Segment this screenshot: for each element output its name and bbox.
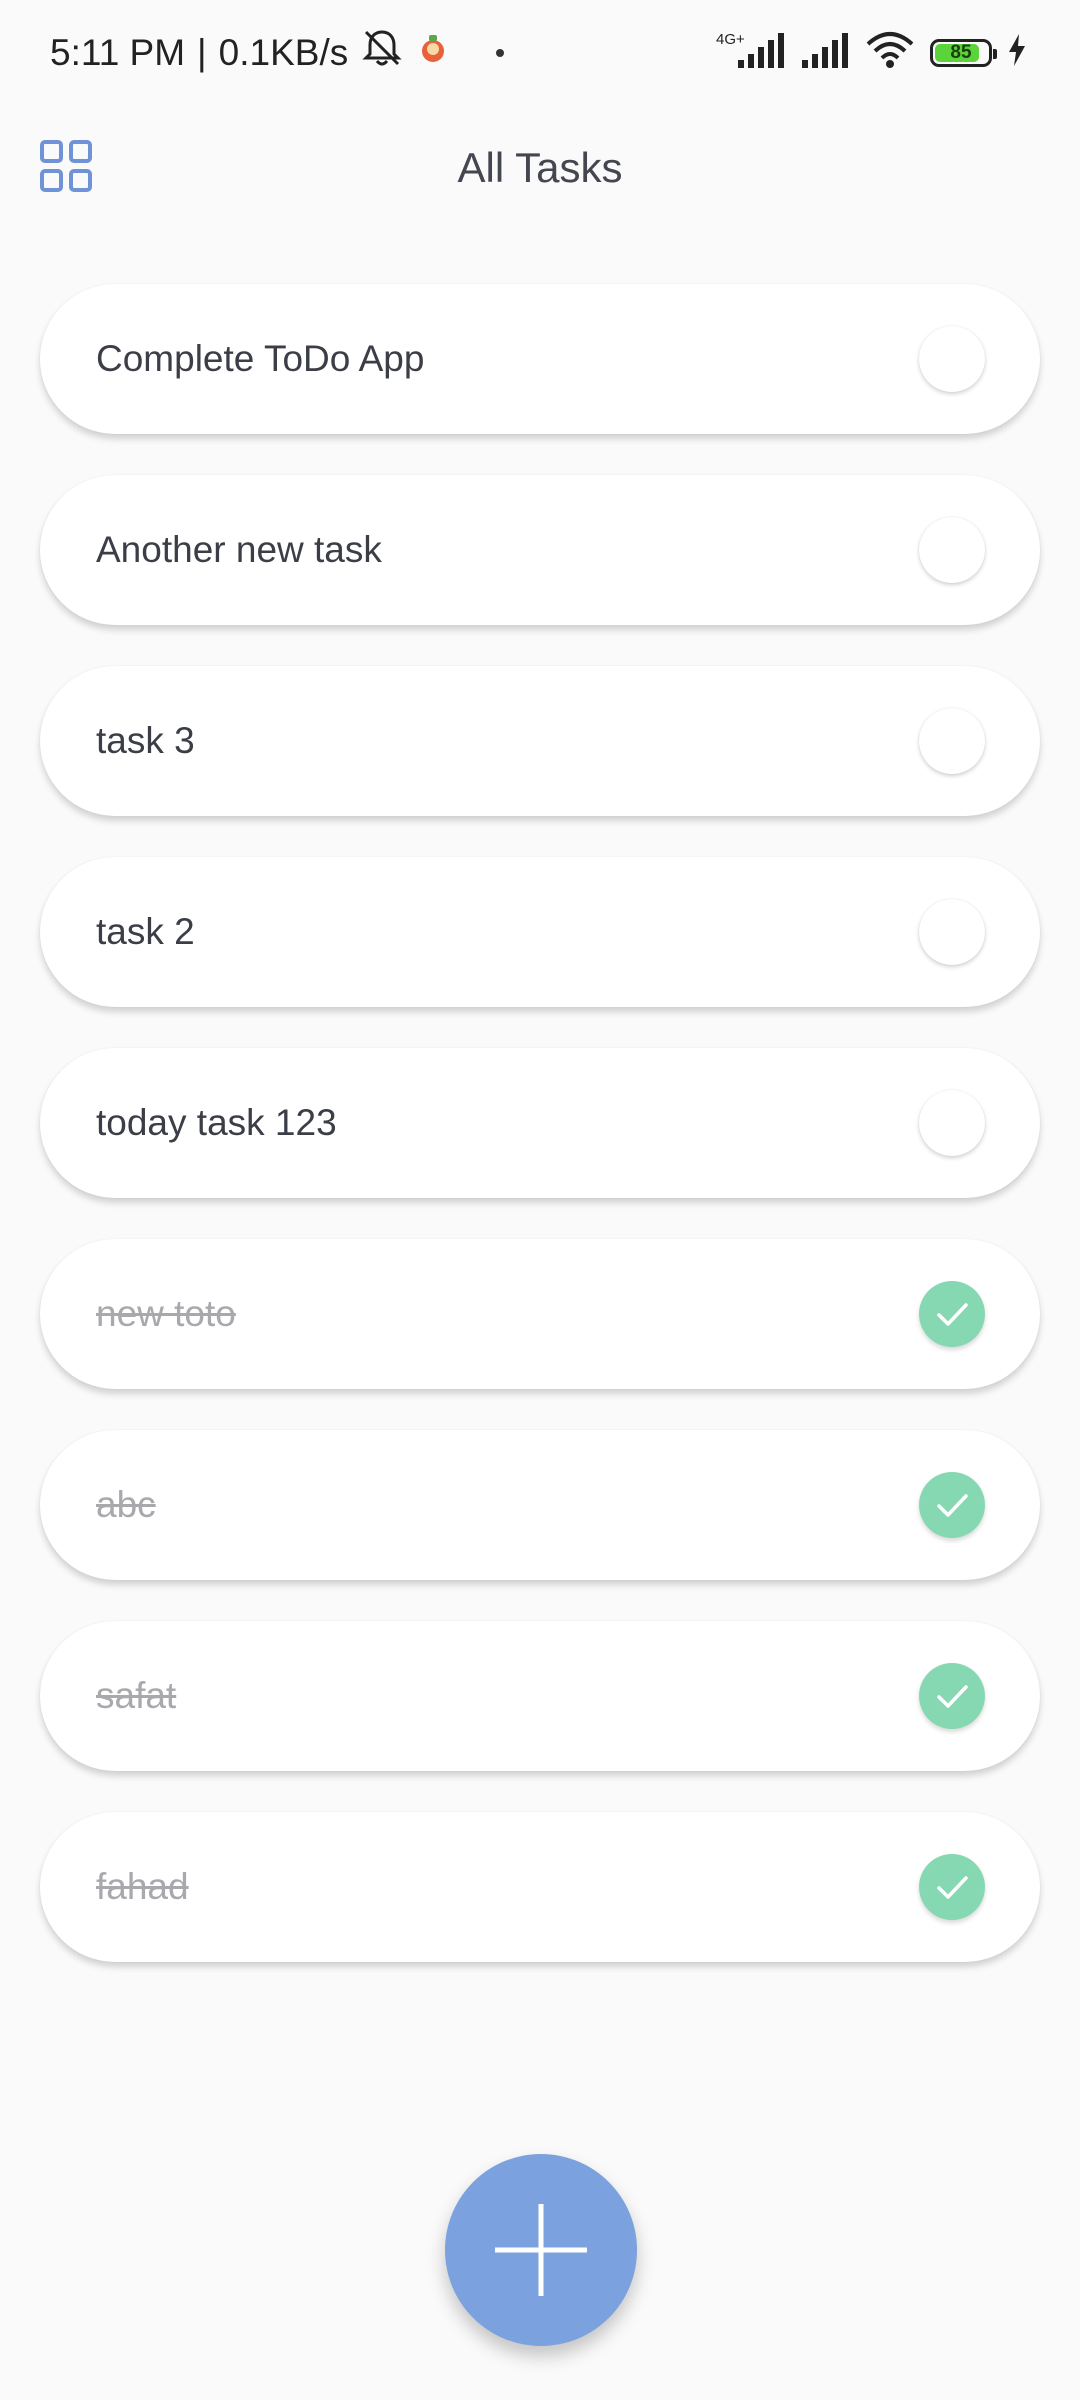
task-checkbox[interactable] xyxy=(919,326,985,392)
task-label: abc xyxy=(96,1484,156,1525)
check-icon xyxy=(937,1494,968,1517)
task-item[interactable]: task 3 xyxy=(40,666,1040,816)
task-label: fahad xyxy=(96,1866,189,1907)
status-separator: | xyxy=(197,31,207,73)
task-checkbox[interactable] xyxy=(919,517,985,583)
task-item[interactable]: safat xyxy=(40,1621,1040,1771)
task-label: new toto xyxy=(96,1293,236,1334)
task-label: safat xyxy=(96,1675,177,1716)
status-time: 5:11 PM xyxy=(50,31,186,73)
page-title: All Tasks xyxy=(457,144,623,191)
signal-icon xyxy=(800,30,850,75)
status-right: 4G+ 85 xyxy=(716,30,1028,75)
task-checkbox-checked[interactable] xyxy=(919,1472,985,1538)
mute-bell-icon xyxy=(360,28,404,77)
task-item[interactable]: today task 123 xyxy=(40,1048,1040,1198)
notification-dot xyxy=(496,48,505,57)
task-checkbox[interactable] xyxy=(919,1090,985,1156)
charging-bolt-icon xyxy=(1006,32,1028,73)
add-task-button[interactable] xyxy=(445,2154,637,2346)
task-item[interactable]: new toto xyxy=(40,1239,1040,1389)
task-label: task 3 xyxy=(96,720,195,761)
wifi-icon xyxy=(864,30,916,75)
check-icon xyxy=(937,1876,968,1899)
task-list: Complete ToDo App Another new task task 3 t… xyxy=(40,284,1040,2003)
check-icon xyxy=(937,1685,968,1708)
task-checkbox-checked[interactable] xyxy=(919,1281,985,1347)
battery-level: 85 xyxy=(950,41,972,63)
status-left: 5:11 PM | 0.1KB/s xyxy=(50,28,505,77)
task-checkbox-checked[interactable] xyxy=(919,1663,985,1729)
task-checkbox[interactable] xyxy=(919,899,985,965)
task-item[interactable]: fahad xyxy=(40,1812,1040,1962)
task-label: Complete ToDo App xyxy=(96,338,425,379)
task-label: task 2 xyxy=(96,911,195,952)
task-item[interactable]: task 2 xyxy=(40,857,1040,1007)
status-bar: 5:11 PM | 0.1KB/s 4G+ 85 xyxy=(0,0,1080,104)
task-item[interactable]: Complete ToDo App xyxy=(40,284,1040,434)
task-item[interactable]: abc xyxy=(40,1430,1040,1580)
app-notification-icon xyxy=(416,31,450,74)
task-item[interactable]: Another new task xyxy=(40,475,1040,625)
check-icon xyxy=(937,1303,968,1326)
signal-4g-icon: 4G+ xyxy=(716,30,786,75)
battery-icon: 85 xyxy=(930,38,997,67)
app-header: All Tasks xyxy=(0,120,1080,220)
plus-icon xyxy=(495,2204,587,2296)
task-checkbox-checked[interactable] xyxy=(919,1854,985,1920)
task-checkbox[interactable] xyxy=(919,708,985,774)
task-label: Another new task xyxy=(96,529,382,570)
network-type-label: 4G+ xyxy=(716,31,745,48)
screen: 5:11 PM | 0.1KB/s 4G+ 85 All Tasks Compl… xyxy=(0,0,1080,2400)
task-label: today task 123 xyxy=(96,1102,337,1143)
network-speed: 0.1KB/s xyxy=(218,31,349,73)
